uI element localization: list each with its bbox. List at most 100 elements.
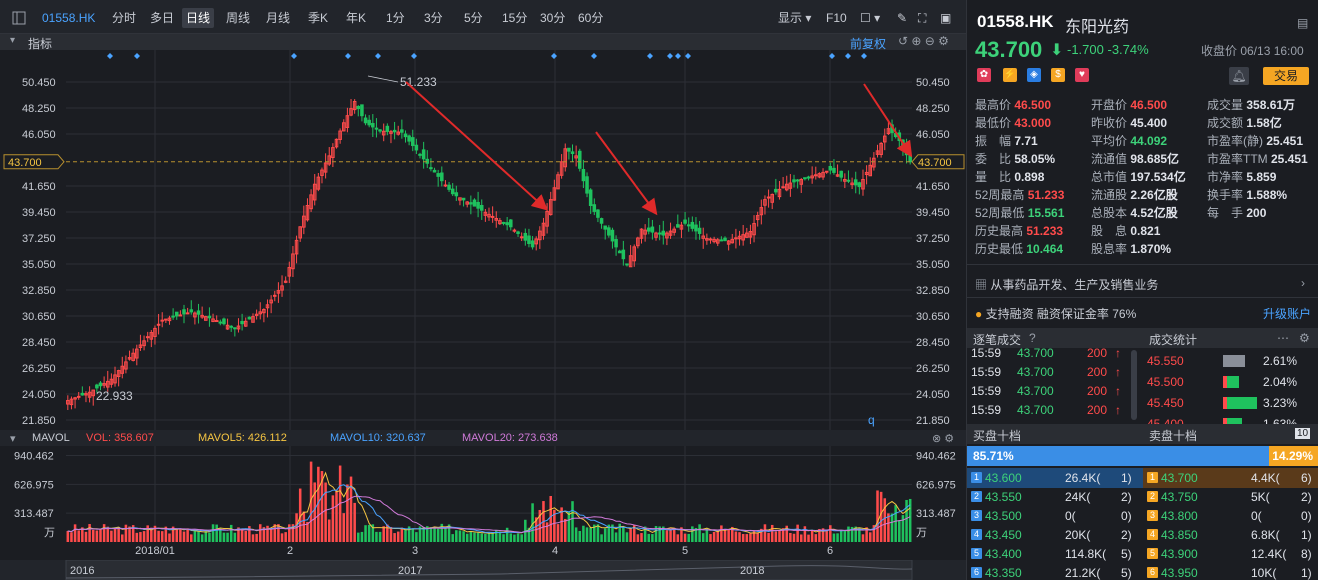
period-tab-3[interactable]: 周线 [222, 8, 254, 28]
volume-bar [433, 527, 436, 542]
bid-row[interactable]: 1 43.600 26.4K(1) [967, 468, 1143, 488]
chart-toolbar: 01558.HK 显示 ▾ F10 ☐ ▾ ✎ ⛶ ▣ 分时 多日 日线 周线 月线 季K… [0, 0, 966, 34]
volume-bar [386, 524, 389, 542]
ask-row[interactable]: 1 43.700 4.4K(6) [1143, 468, 1318, 488]
period-tab-9[interactable]: 5分 [460, 8, 487, 28]
ask-row[interactable]: 3 43.800 0(0) [1143, 506, 1318, 526]
candle [418, 153, 422, 156]
stat-value: 0.821 [1130, 224, 1161, 238]
ask-level: 2 [1147, 491, 1158, 502]
ask-row[interactable]: 4 43.850 6.8K(1) [1143, 525, 1318, 545]
ask-row[interactable]: 6 43.950 10K(1) [1143, 563, 1318, 580]
volume-bar [146, 525, 149, 542]
period-tab-10[interactable]: 15分 [498, 8, 531, 28]
volume-bar [640, 533, 643, 542]
display-menu[interactable]: 显示 ▾ [774, 8, 815, 28]
volume-bar [455, 530, 458, 542]
ask-row[interactable]: 5 43.900 12.4K(8) [1143, 544, 1318, 564]
period-tab-2[interactable]: 日线 [182, 8, 215, 28]
stat-pct: 2.61% [1263, 354, 1298, 368]
bid-row[interactable]: 6 43.350 21.2K(5) [967, 563, 1143, 580]
volume-bar [796, 524, 799, 542]
business-description[interactable]: ▦ 从事药品开发、生产及销售业务 [975, 276, 1158, 293]
upgrade-link[interactable]: 升级账户 [1263, 305, 1311, 322]
pen-icon[interactable]: ✎ [893, 8, 911, 28]
navigator-bar[interactable]: 2016 2017 2018 [0, 560, 966, 580]
candle [509, 219, 513, 228]
ticks-scrollbar[interactable] [1131, 350, 1137, 420]
candle [440, 172, 444, 182]
trade-stat-row: 45.450 3.23% [1147, 393, 1317, 413]
quote-panel: 01558.HK 东阳光药 ▤ 43.700 ⬇ -1.700 -3.74% 收… [966, 0, 1318, 580]
bid-row[interactable]: 3 43.500 0(0) [967, 506, 1143, 526]
period-tab-12[interactable]: 60分 [574, 8, 607, 28]
candle [694, 224, 698, 232]
stat-label: 振 幅 [975, 134, 1015, 148]
stat-item: 总市值 197.534亿 [1091, 168, 1186, 185]
bid-level: 5 [971, 548, 982, 559]
candle [839, 170, 843, 178]
period-tab-4[interactable]: 月线 [262, 8, 294, 28]
trade-button[interactable]: 交易 [1263, 67, 1309, 85]
candle [588, 189, 593, 207]
fullscreen-icon[interactable]: ⛶ [914, 8, 930, 28]
volume-bar [705, 528, 709, 542]
period-tab-1[interactable]: 多日 [146, 8, 178, 28]
stat-value: 2.26亿股 [1130, 188, 1178, 202]
stat-label: 流通股 [1091, 188, 1131, 202]
period-tab-0[interactable]: 分时 [108, 8, 140, 28]
f10-button[interactable]: F10 [822, 8, 851, 28]
volume-bar [698, 524, 701, 542]
checkbox-icon[interactable]: ☐ ▾ [856, 8, 884, 28]
panel-menu-icon[interactable]: ▤ [1297, 16, 1308, 30]
stat-value: 1.870% [1130, 242, 1172, 256]
period-tab-11[interactable]: 30分 [536, 8, 569, 28]
stat-price: 45.450 [1147, 396, 1184, 410]
volume-chart[interactable]: 940.462 940.462 626.975 626.975 313.487 313.4… [0, 446, 966, 560]
more-icon[interactable]: ⋯ [1277, 331, 1289, 345]
vol-tick-left: 940.462 [14, 450, 54, 462]
candle [414, 144, 419, 151]
period-tab-5[interactable]: 季K [304, 8, 332, 28]
candle [792, 179, 796, 183]
depth-selector[interactable]: 10 [1295, 428, 1311, 439]
ask-price: 43.750 [1161, 490, 1198, 504]
ask-row[interactable]: 2 43.750 5K(2) [1143, 487, 1318, 507]
volume-bar [360, 531, 364, 542]
volume-bar [596, 524, 600, 542]
sidebar-toggle-icon[interactable] [8, 8, 28, 28]
candle [490, 215, 495, 218]
volume-bar [189, 534, 193, 542]
volume-bar [182, 531, 186, 542]
volume-bar [567, 511, 571, 542]
y-tick-left: 32.850 [22, 285, 56, 297]
bell-icon[interactable]: 🔔︎ [1229, 67, 1249, 85]
volume-bar [277, 524, 280, 542]
stat-label: 总市值 [1091, 170, 1131, 184]
volume-background [0, 446, 966, 560]
stat-value: 5.859 [1246, 170, 1277, 184]
chevron-right-icon[interactable]: › [1301, 276, 1305, 290]
bid-row[interactable]: 4 43.450 20K(2) [967, 525, 1143, 545]
chart-controls[interactable]: ↺ ⊕ ⊖ ⚙ [898, 34, 949, 48]
bid-row[interactable]: 2 43.550 24K(2) [967, 487, 1143, 507]
filter-icon[interactable]: ⚙ [1299, 331, 1310, 345]
period-tab-7[interactable]: 1分 [382, 8, 409, 28]
period-tab-6[interactable]: 年K [342, 8, 370, 28]
period-tab-8[interactable]: 3分 [420, 8, 447, 28]
candlestick-chart[interactable]: 50.450 50.450 48.250 48.250 46.050 46.050 41.6… [0, 50, 966, 430]
bid-volume: 24K( [1065, 490, 1091, 504]
volume-bar [179, 528, 182, 542]
volume-bar [436, 528, 440, 542]
y-tick-left: 21.850 [22, 415, 56, 427]
candle [857, 182, 862, 188]
bid-row[interactable]: 5 43.400 114.8K(5) [967, 544, 1143, 564]
volume-bar [266, 525, 269, 542]
volume-bar [222, 532, 226, 542]
close-icon[interactable]: ⊗ ⚙ [932, 432, 954, 445]
candle [781, 186, 785, 189]
layout-icon[interactable]: ▣ [936, 8, 955, 28]
collapse-icon[interactable]: ▾ [10, 432, 16, 445]
collapse-icon[interactable]: ▾ [10, 35, 15, 46]
candle [530, 240, 535, 248]
